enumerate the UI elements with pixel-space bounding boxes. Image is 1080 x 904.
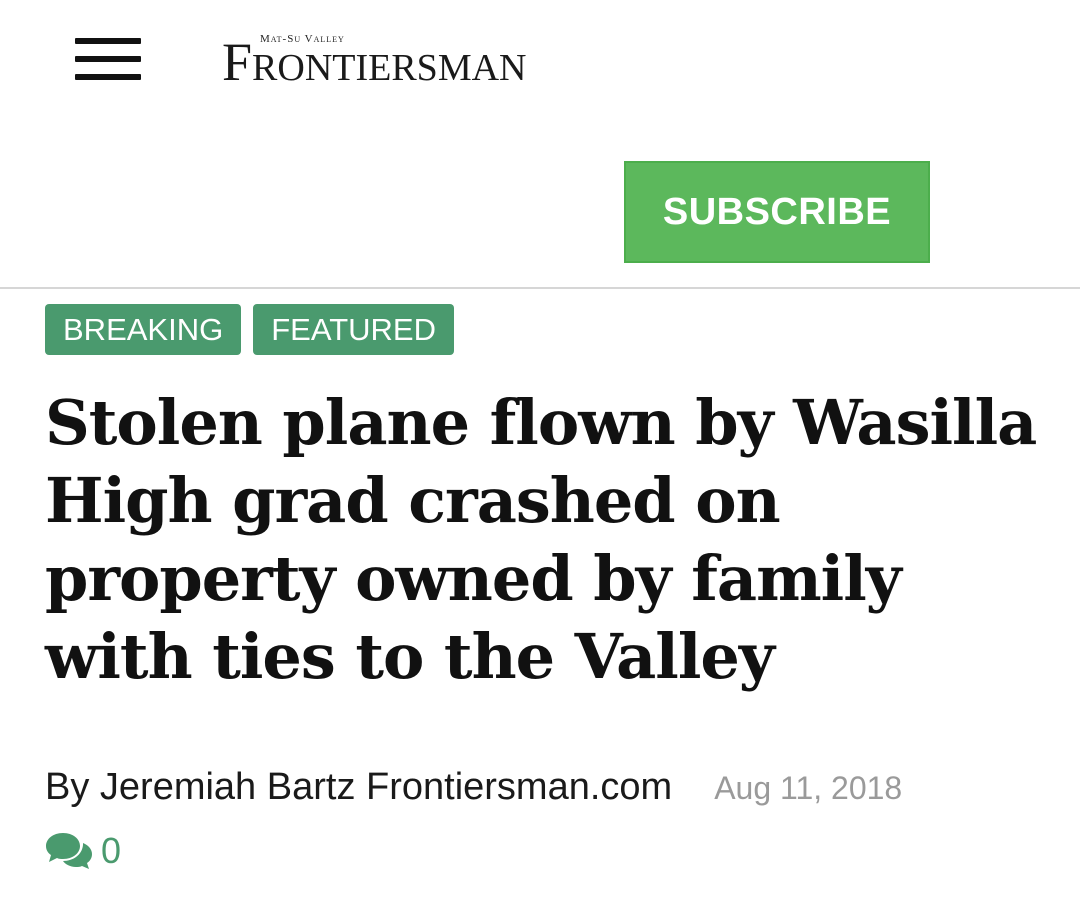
logo-subtitle: Mat-Su Valley: [260, 33, 345, 45]
site-header: Frontiersman Mat-Su Valley SUBSCRIBE: [0, 0, 1080, 288]
subscribe-button[interactable]: SUBSCRIBE: [624, 161, 930, 263]
menu-bar-top: [75, 38, 141, 44]
header-divider: [0, 287, 1080, 289]
site-logo[interactable]: Frontiersman Mat-Su Valley: [222, 30, 642, 96]
tag-breaking[interactable]: BREAKING: [45, 304, 242, 355]
comment-count: 0: [101, 830, 122, 871]
article-date: Aug 11, 2018: [714, 770, 903, 806]
tag-featured[interactable]: FEATURED: [253, 304, 454, 355]
menu-bar-bottom: [75, 74, 141, 80]
hamburger-menu-icon[interactable]: [75, 38, 141, 82]
article-headline: Stolen plane flown by Wasilla High grad …: [45, 386, 1037, 693]
menu-bar-middle: [75, 56, 141, 62]
article-tags: BREAKING FEATURED: [45, 304, 454, 355]
comments-icon: [45, 831, 93, 871]
article-byline[interactable]: By Jeremiah Bartz Frontiersman.com: [45, 766, 672, 809]
byline-row: By Jeremiah Bartz Frontiersman.com Aug 1…: [45, 766, 902, 820]
comments-link[interactable]: 0: [45, 828, 121, 874]
